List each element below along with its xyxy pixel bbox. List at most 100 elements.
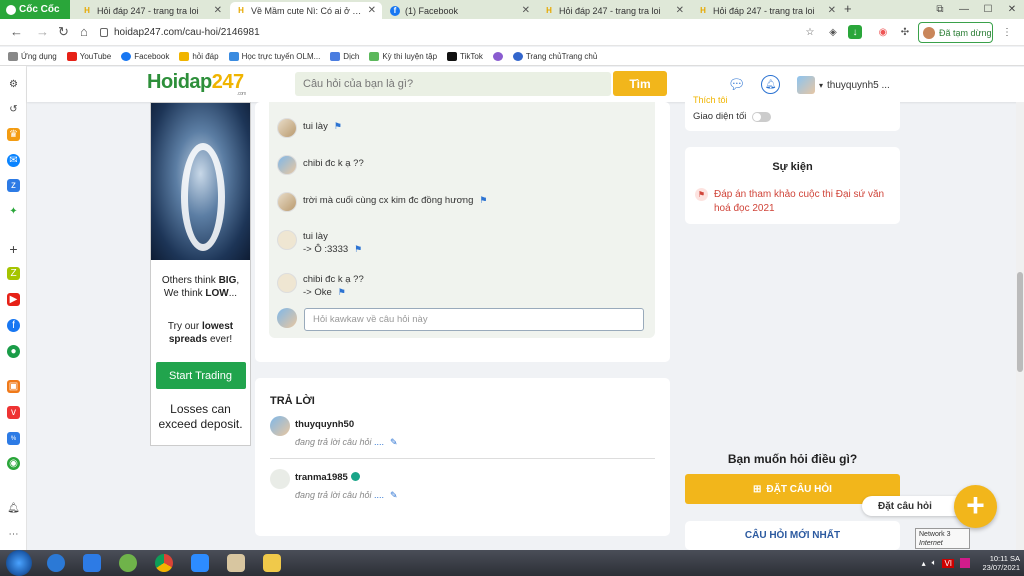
avatar[interactable]	[270, 416, 290, 436]
bookmark-youtube[interactable]: YouTube	[66, 51, 111, 61]
close-icon[interactable]: ✕	[828, 5, 836, 16]
bookmark-hoidap[interactable]: hỏi đáp	[179, 51, 219, 61]
avatar[interactable]	[277, 273, 297, 293]
forward-icon[interactable]: →	[36, 24, 49, 39]
fab-label[interactable]: Đặt câu hỏi	[862, 496, 958, 516]
close-icon[interactable]: ✕	[522, 5, 530, 16]
facebook-icon[interactable]: f	[7, 319, 20, 332]
tab-1[interactable]: H Hỏi đáp 247 - trang tra loi ✕	[76, 2, 228, 19]
like-link[interactable]: Thích tôi	[693, 95, 728, 105]
avatar[interactable]	[277, 118, 297, 138]
crown-icon[interactable]: ♛	[7, 128, 20, 141]
bookmark-extra[interactable]	[492, 51, 503, 61]
page-scrollbar[interactable]	[1016, 102, 1024, 550]
dark-mode-toggle[interactable]	[752, 111, 772, 122]
bookmark-trangchu[interactable]: Trang chủTrang chủ	[512, 51, 597, 61]
coccoc-menu-button[interactable]: Cốc Cốc	[0, 0, 70, 19]
new-tab-icon[interactable]: +	[844, 1, 852, 16]
reload-icon[interactable]: ↻	[58, 24, 69, 40]
volume-icon[interactable]: 🔈︎	[932, 558, 937, 568]
bell-icon[interactable]: 🔔︎	[761, 75, 780, 94]
bookmark-facebook[interactable]: Facebook	[121, 51, 169, 61]
youtube-icon[interactable]: ▶	[7, 293, 20, 306]
maximize-icon[interactable]: ☐	[976, 0, 1000, 19]
typing-dots: ....	[374, 437, 385, 447]
tab-2-active[interactable]: H Về Mầm cute Nì: Có ai ở Trà ✕	[230, 2, 382, 19]
avatar[interactable]	[277, 230, 297, 250]
bookmark-dich[interactable]: Dịch	[330, 51, 359, 61]
user-menu[interactable]: ▾ thuyquynh5 ...	[797, 76, 890, 94]
vtv-icon[interactable]: v	[7, 406, 20, 419]
download-icon[interactable]: ↓	[848, 25, 862, 39]
profile-paused-button[interactable]: Đã tạm dừng	[918, 22, 993, 43]
start-button[interactable]	[6, 550, 32, 576]
notification-bell-icon[interactable]: 🔔︎	[7, 502, 20, 515]
report-flag-icon[interactable]: ⚑	[334, 121, 342, 131]
bookmark-star-icon[interactable]: ☆	[803, 25, 817, 39]
shopping-icon[interactable]: ▣	[7, 380, 20, 393]
avatar[interactable]	[277, 192, 297, 212]
map-pin-icon[interactable]: ◉	[7, 457, 20, 470]
minimize-icon[interactable]: —	[952, 0, 976, 19]
bookmark-tiktok[interactable]: TikTok	[447, 51, 483, 61]
report-flag-icon[interactable]: ⚑	[338, 287, 346, 297]
tiki-icon[interactable]: %	[7, 432, 20, 445]
event-link[interactable]: ⚑ Đáp án tham khảo cuộc thi Đại sứ văn ho…	[695, 188, 890, 216]
zalo-icon[interactable]: z	[7, 179, 20, 192]
messenger-icon[interactable]: ✉	[7, 154, 20, 167]
taskbar-chrome[interactable]	[146, 550, 182, 576]
restore-tabs-icon[interactable]: ⧉	[928, 0, 952, 19]
answerer-name[interactable]: thuyquynh50	[295, 419, 354, 430]
menu-dots-icon[interactable]: ⋮	[1000, 25, 1014, 39]
start-trading-button[interactable]: Start Trading	[155, 362, 246, 389]
app-z-icon[interactable]: Z	[7, 267, 20, 280]
language-indicator[interactable]: VI	[942, 558, 954, 568]
url-field[interactable]: hoidap247.com/cau-hoi/2146981	[100, 23, 810, 42]
report-flag-icon[interactable]: ⚑	[479, 195, 487, 205]
advertisement[interactable]: Others think BIG, We think LOW... Try our…	[150, 102, 251, 446]
scrollbar-thumb[interactable]	[1017, 272, 1023, 372]
bookmark-apps[interactable]: Ứng dụng	[8, 51, 57, 61]
clock[interactable]: 10:11 SA 23/07/2021	[976, 554, 1020, 572]
address-bar: ← → ↻ ⌂ hoidap247.com/cau-hoi/2146981 ☆ …	[0, 19, 1024, 46]
search-input[interactable]: Câu hỏi của bạn là gì?	[295, 72, 611, 96]
add-icon[interactable]: +	[7, 241, 20, 257]
green-app-icon[interactable]: ●	[7, 345, 20, 358]
avatar[interactable]	[270, 469, 290, 489]
back-icon[interactable]: ←	[10, 24, 23, 39]
tab-4[interactable]: H Hỏi đáp 247 - trang tra loi ✕	[538, 2, 690, 19]
close-icon[interactable]: ✕	[676, 5, 684, 16]
avatar[interactable]	[277, 155, 297, 175]
close-icon[interactable]: ✕	[214, 5, 222, 16]
coccoc-extension-icon[interactable]: ◉	[876, 25, 890, 39]
app-tray-icon[interactable]	[960, 558, 970, 568]
close-icon[interactable]: ✕	[368, 5, 376, 16]
search-button[interactable]: Tìm	[613, 71, 667, 96]
shield-icon[interactable]: ◈	[826, 25, 840, 39]
add-question-fab[interactable]: +	[954, 485, 997, 528]
taskbar-coccoc[interactable]	[110, 550, 146, 576]
ad-text: We think	[163, 288, 206, 299]
close-window-icon[interactable]: ✕	[1000, 0, 1024, 19]
more-dots-icon[interactable]: ⋯	[7, 528, 20, 541]
settings-gear-icon[interactable]: ⚙	[7, 78, 20, 91]
history-icon[interactable]: ↺	[7, 103, 20, 116]
extensions-puzzle-icon[interactable]: ✣	[898, 25, 912, 39]
home-icon[interactable]: ⌂	[80, 24, 88, 39]
bookmark-olm[interactable]: Học trực tuyến OLM...	[228, 51, 320, 61]
hoidap247-logo[interactable]: Hoidap247 .com	[147, 71, 246, 97]
comment-input[interactable]: Hỏi kawkaw về câu hỏi này	[304, 308, 644, 331]
gamepad-icon[interactable]: ✦	[7, 205, 20, 218]
taskbar-explorer[interactable]	[254, 550, 290, 576]
tray-expand-icon[interactable]: ▴	[922, 559, 926, 568]
taskbar-zoom[interactable]	[182, 550, 218, 576]
taskbar-ie[interactable]	[38, 550, 74, 576]
taskbar-paint[interactable]	[218, 550, 254, 576]
answerer-name[interactable]: tranma1985	[295, 472, 348, 483]
report-flag-icon[interactable]: ⚑	[354, 244, 362, 254]
taskbar-zalo[interactable]	[74, 550, 110, 576]
tab-5[interactable]: H Hỏi đáp 247 - trang tra loi ✕	[692, 2, 842, 19]
tab-3[interactable]: f (1) Facebook ✕	[384, 2, 536, 19]
chat-icon[interactable]: 💬︎	[727, 75, 746, 94]
bookmark-kythi[interactable]: Kỳ thi luyện tập	[369, 51, 437, 61]
